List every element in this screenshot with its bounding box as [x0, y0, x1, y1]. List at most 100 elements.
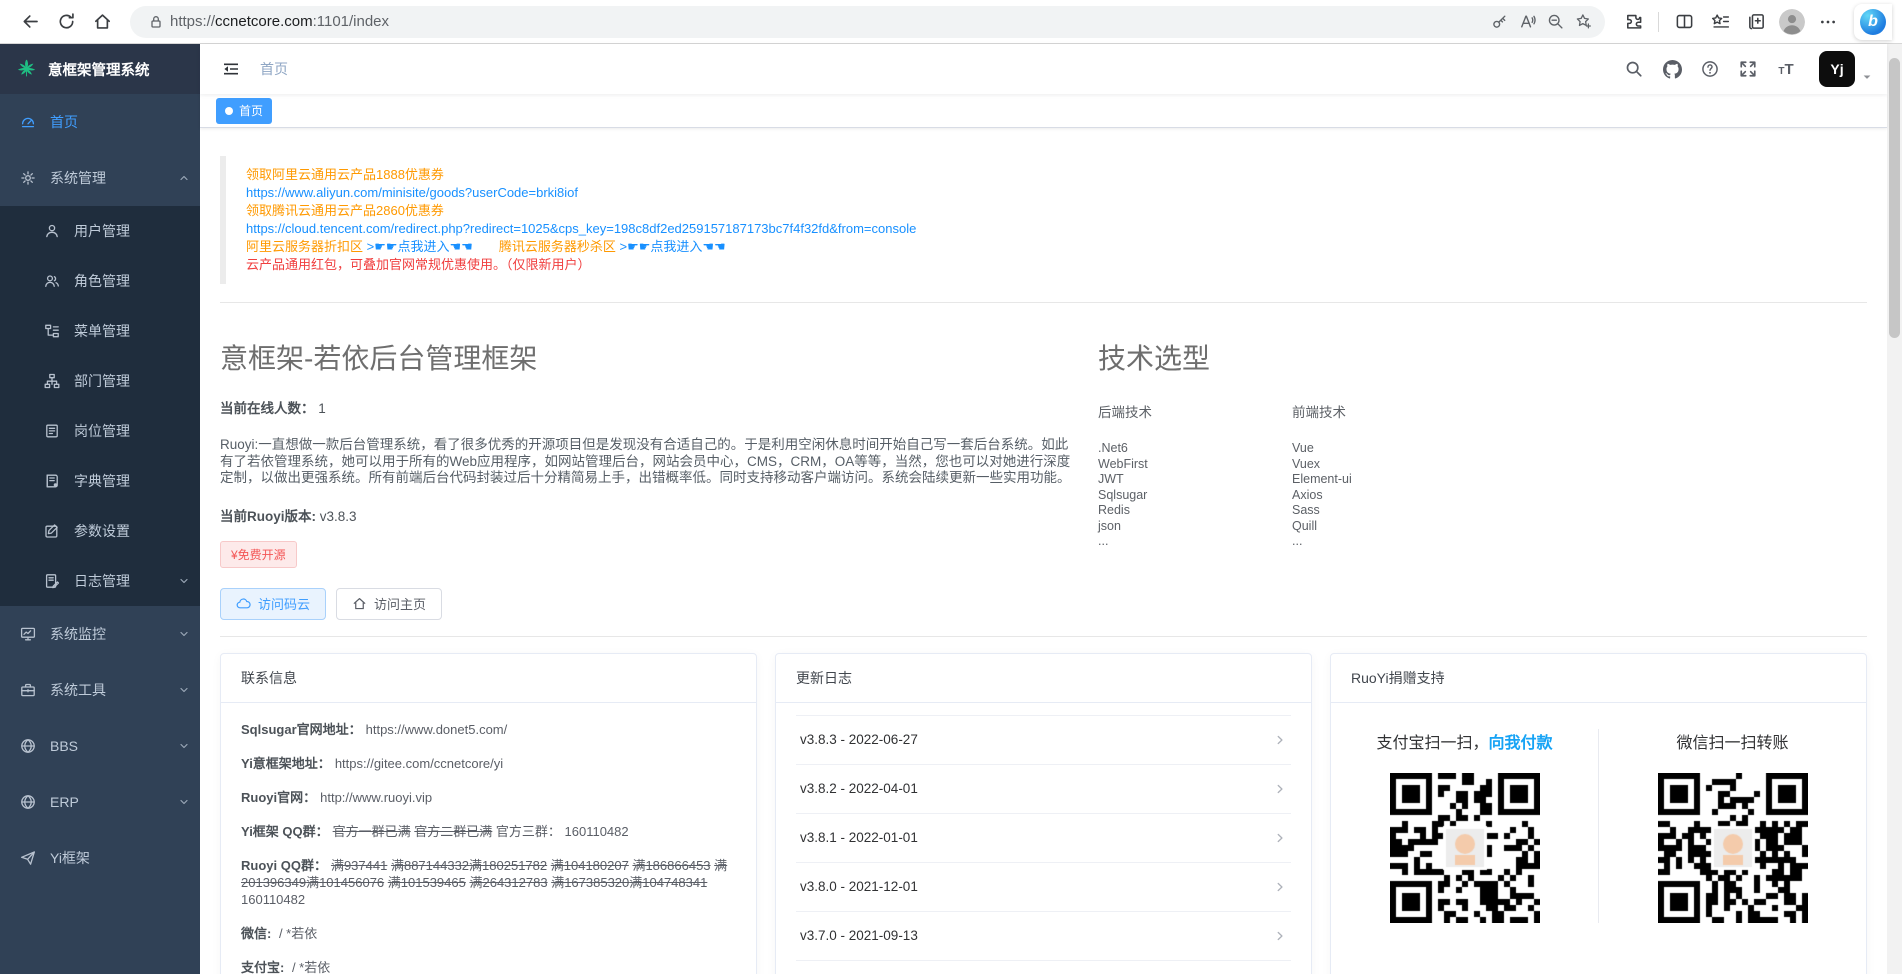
url-text[interactable]: https://ccnetcore.com:1101/index — [170, 13, 1485, 30]
sidebar-item-参数设置[interactable]: 参数设置 — [0, 506, 200, 556]
extensions-puzzle-icon[interactable] — [1617, 6, 1649, 38]
changelog-item[interactable]: v3.8.2 - 2022-04-01 — [796, 765, 1291, 814]
sidebar-item-部门管理[interactable]: 部门管理 — [0, 356, 200, 406]
page-scrollbar[interactable] — [1887, 44, 1902, 974]
changelog-item[interactable]: v3.8.1 - 2022-01-01 — [796, 814, 1291, 863]
wechat-caption: 微信扫一扫转账 — [1676, 729, 1788, 753]
browser-home-icon[interactable] — [86, 6, 118, 38]
announcement-block: 领取阿里云通用云产品1888优惠券https://www.aliyun.com/… — [220, 156, 1867, 284]
sidebar: 意框架管理系统 首页系统管理用户管理角色管理菜单管理部门管理岗位管理字典管理参数… — [0, 44, 200, 974]
sidebar-item-用户管理[interactable]: 用户管理 — [0, 206, 200, 256]
contact-row: 支付宝: / *若依 — [241, 959, 736, 974]
tech-item: Axios — [1292, 488, 1486, 504]
pay-me-link[interactable]: 向我付款 — [1489, 735, 1553, 752]
sidebar-item-label: 系统监控 — [50, 624, 106, 644]
fullscreen-icon[interactable] — [1731, 52, 1765, 86]
tech-item: Quill — [1292, 519, 1486, 535]
version-line: 当前Ruoyi版本: v3.8.3 — [220, 505, 1076, 525]
sidebar-item-系统监控[interactable]: 系统监控 — [0, 606, 200, 662]
breadcrumb[interactable]: 首页 — [260, 59, 288, 79]
chevron-right-icon — [1273, 831, 1287, 845]
monitor-icon — [20, 626, 36, 642]
visit-gitee-button[interactable]: 访问码云 — [220, 588, 326, 620]
browser-menu-ellipsis-icon[interactable] — [1812, 6, 1844, 38]
sidebar-item-字典管理[interactable]: 字典管理 — [0, 456, 200, 506]
sidebar-item-Yi框架[interactable]: Yi框架 — [0, 830, 200, 886]
changelog-item[interactable]: v3.7.0 - 2021-09-13 — [796, 912, 1291, 961]
browser-back-icon[interactable] — [14, 6, 46, 38]
post-icon — [44, 423, 60, 439]
leaf-logo-icon — [16, 58, 38, 80]
sidebar-item-岗位管理[interactable]: 岗位管理 — [0, 406, 200, 456]
sidebar-item-label: 日志管理 — [74, 571, 130, 591]
copilot-icon[interactable]: b — [1854, 4, 1892, 40]
sidebar-item-日志管理[interactable]: 日志管理 — [0, 556, 200, 606]
announcement-line: https://www.aliyun.com/minisite/goods?us… — [246, 184, 1847, 202]
github-icon[interactable] — [1655, 52, 1689, 86]
sidebar-item-菜单管理[interactable]: 菜单管理 — [0, 306, 200, 356]
user-avatar[interactable]: Yj — [1819, 51, 1855, 87]
split-screen-icon[interactable] — [1668, 6, 1700, 38]
read-aloud-icon[interactable] — [1513, 8, 1541, 36]
sidebar-item-ERP[interactable]: ERP — [0, 774, 200, 830]
online-count: 当前在线人数： 1 — [220, 397, 1076, 417]
collections-icon[interactable] — [1740, 6, 1772, 38]
profile-avatar[interactable] — [1776, 6, 1808, 38]
announcement-line: 领取腾讯云通用云产品2860优惠券 — [246, 202, 1847, 220]
sidebar-item-系统工具[interactable]: 系统工具 — [0, 662, 200, 718]
font-size-icon[interactable]: TT — [1769, 52, 1803, 86]
announcement-link[interactable]: >☛☛点我进入☚☚ — [619, 239, 725, 254]
sidebar-item-BBS[interactable]: BBS — [0, 718, 200, 774]
scrollbar-thumb[interactable] — [1889, 58, 1900, 338]
contact-row: 微信: / *若依 — [241, 925, 736, 942]
app-logo[interactable]: 意框架管理系统 — [0, 44, 200, 94]
browser-refresh-icon[interactable] — [50, 6, 82, 38]
sidebar-fold-icon[interactable] — [214, 52, 248, 86]
announcement-link[interactable]: https://www.aliyun.com/minisite/goods?us… — [246, 185, 578, 200]
log-icon — [44, 573, 60, 589]
sidebar-item-label: 字典管理 — [74, 471, 130, 491]
tech-item: ... — [1098, 534, 1292, 550]
alipay-column: 支付宝扫一扫，向我付款 — [1331, 729, 1598, 923]
favorites-icon[interactable] — [1704, 6, 1736, 38]
chevron-right-icon — [1273, 733, 1287, 747]
sidebar-item-角色管理[interactable]: 角色管理 — [0, 256, 200, 306]
add-favorite-star-icon[interactable] — [1569, 8, 1597, 36]
tag-home[interactable]: 首页 — [216, 98, 272, 124]
screen: https://ccnetcore.com:1101/index — [0, 0, 1902, 974]
sidebar-item-系统管理[interactable]: 系统管理 — [0, 150, 200, 206]
contact-row: Sqlsugar官网地址：https://www.donet5.com/ — [241, 721, 736, 738]
tool-icon — [20, 682, 36, 698]
visit-homepage-button[interactable]: 访问主页 — [336, 588, 442, 620]
contact-card-title: 联系信息 — [221, 654, 756, 703]
site-permissions-lock-icon[interactable] — [142, 8, 170, 36]
tech-item: Vue — [1292, 441, 1486, 457]
help-question-icon[interactable] — [1693, 52, 1727, 86]
sidebar-menu: 首页系统管理用户管理角色管理菜单管理部门管理岗位管理字典管理参数设置日志管理系统… — [0, 94, 200, 886]
tech-section: 技术选型 后端技术 .Net6WebFirstJWTSqlsugarRedisj… — [1098, 323, 1867, 620]
sidebar-item-label: ERP — [50, 794, 79, 810]
tree-icon — [44, 373, 60, 389]
changelog-item[interactable]: v3.8.3 - 2022-06-27 — [796, 716, 1291, 765]
announcement-link[interactable]: >☛☛点我进入☚☚ — [367, 239, 473, 254]
page-title: 意框架-若依后台管理框架 — [220, 337, 1076, 377]
announcement-line: 领取阿里云通用云产品1888优惠券 — [246, 166, 1847, 184]
top-navbar: 首页 TT Yj — [200, 44, 1887, 94]
zoom-out-icon[interactable] — [1541, 8, 1569, 36]
address-bar[interactable]: https://ccnetcore.com:1101/index — [130, 6, 1605, 38]
announcement-line: 阿里云服务器折扣区 >☛☛点我进入☚☚ 腾讯云服务器秒杀区 >☛☛点我进入☚☚ — [246, 238, 1847, 256]
globe-icon — [20, 794, 36, 810]
contact-row: Ruoyi QQ群：满937441 满887144332满180251782 满… — [241, 857, 736, 908]
sidebar-item-首页[interactable]: 首页 — [0, 94, 200, 150]
app-shell: 意框架管理系统 首页系统管理用户管理角色管理菜单管理部门管理岗位管理字典管理参数… — [0, 44, 1887, 974]
edit-icon — [44, 523, 60, 539]
announcement-line: 云产品通用红包，可叠加官网常规优惠使用。（仅限新用户） — [246, 256, 1847, 274]
announcement-link[interactable]: https://cloud.tencent.com/redirect.php?r… — [246, 221, 916, 236]
changelog-item[interactable]: v3.8.0 - 2021-12-01 — [796, 863, 1291, 912]
chevron-right-icon — [1273, 929, 1287, 943]
tech-item: Vuex — [1292, 457, 1486, 473]
avatar-caret-down-icon[interactable] — [1861, 71, 1873, 83]
search-icon[interactable] — [1617, 52, 1651, 86]
saved-password-key-icon[interactable] — [1485, 8, 1513, 36]
active-tag-dot — [225, 107, 233, 115]
